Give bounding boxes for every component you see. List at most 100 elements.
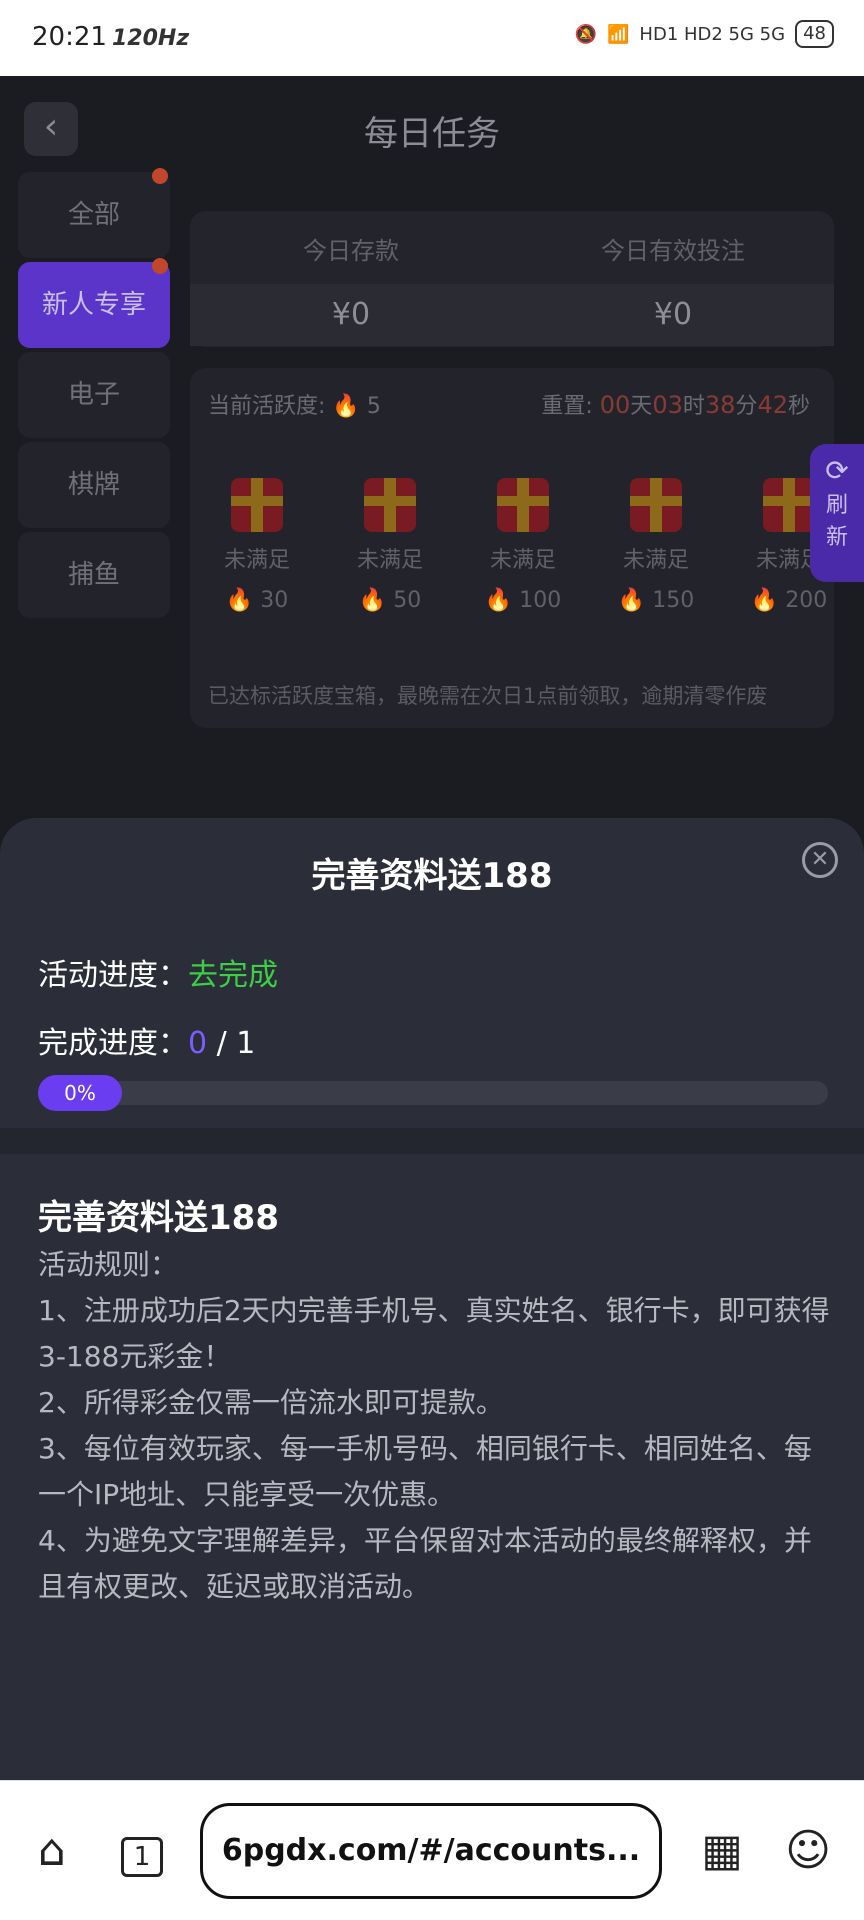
- deposit-stat: 今日存款 ¥0: [190, 211, 512, 346]
- battery-icon: 48: [795, 20, 834, 48]
- browser-toolbar: ⌂ 1 6pgdx.com/#/accounts... ▦ ☺: [0, 1780, 864, 1920]
- activity-level: 当前活跃度: 🔥 5: [208, 388, 381, 420]
- task-page: ‹ 每日任务 全部 新人专享 电子 棋牌 捕鱼 今日存款 ¥0 今日有效投注 ¥…: [0, 76, 864, 756]
- chest-points: 🔥 30: [202, 588, 312, 613]
- completion-current: 0: [188, 1026, 208, 1061]
- gift-icon: [630, 478, 682, 532]
- rule-item: 2、所得彩金仅需一倍流水即可提款。: [38, 1386, 504, 1419]
- refresh-label-2: 新: [825, 525, 848, 550]
- chest-points-value: 200: [785, 588, 828, 613]
- sidebar-item-all[interactable]: 全部: [18, 172, 170, 258]
- rules-title: 完善资料送188: [38, 1198, 279, 1238]
- rule-item: 3、每位有效玩家、每一手机号码、相同银行卡、相同姓名、每一个IP地址、只能享受一…: [38, 1432, 812, 1511]
- rule-item: 1、注册成功后2天内完善手机号、真实姓名、银行卡，即可获得3-188元彩金！: [38, 1294, 830, 1373]
- flame-icon: 🔥: [332, 394, 360, 419]
- rules-heading: 活动规则：: [38, 1248, 179, 1281]
- days-value: 00: [599, 391, 631, 419]
- activity-value: 5: [366, 394, 381, 419]
- minutes-unit: 分: [735, 394, 758, 419]
- sidebar-item-label: 棋牌: [67, 470, 120, 500]
- seconds-value: 42: [757, 391, 788, 419]
- gift-icon: [364, 478, 416, 532]
- chest-points-value: 150: [652, 588, 695, 613]
- tab-count: 1: [120, 1837, 164, 1877]
- gift-icon: [231, 478, 283, 532]
- sidebar-item-label: 电子: [67, 380, 120, 410]
- chest-points: 🔥 100: [468, 588, 578, 613]
- status-icons: 🔕 📶 HD1 HD2 5G 5G 48: [575, 20, 834, 48]
- refresh-label-1: 刷: [825, 493, 848, 518]
- incognito-icon[interactable]: ☺: [778, 1821, 838, 1881]
- stats-card: 今日存款 ¥0 今日有效投注 ¥0: [190, 211, 834, 347]
- wifi-icon: 📶: [607, 23, 630, 45]
- network-label: HD1 HD2 5G 5G: [639, 23, 786, 45]
- rules-text: 活动规则： 1、注册成功后2天内完善手机号、真实姓名、银行卡，即可获得3-188…: [38, 1242, 838, 1610]
- address-bar[interactable]: 6pgdx.com/#/accounts...: [200, 1803, 662, 1899]
- notification-dot: [152, 258, 168, 274]
- gift-chest[interactable]: 未满足 🔥 30: [202, 478, 312, 613]
- chest-status: 未满足: [489, 548, 556, 573]
- app-screen: ‹ 每日任务 全部 新人专享 电子 棋牌 捕鱼 今日存款 ¥0 今日有效投注 ¥…: [0, 76, 864, 1856]
- grid-apps-icon[interactable]: ▦: [692, 1821, 752, 1881]
- progress-fill: 0%: [38, 1075, 122, 1111]
- chest-status: 未满足: [356, 548, 423, 573]
- completion-total: / 1: [216, 1026, 256, 1061]
- days-unit: 天: [630, 394, 653, 419]
- bet-value: ¥0: [512, 284, 834, 346]
- chest-status: 未满足: [223, 548, 290, 573]
- sidebar-item-label: 捕鱼: [67, 560, 120, 590]
- refresh-icon: ⟳: [825, 454, 849, 487]
- deposit-value: ¥0: [190, 284, 512, 346]
- hours-unit: 时: [682, 394, 705, 419]
- flame-icon: 🔥: [484, 588, 513, 613]
- activity-label: 当前活跃度:: [208, 394, 326, 419]
- seconds-unit: 秒: [787, 394, 810, 419]
- activity-note: 已达标活跃度宝箱，最晚需在次日1点前领取，逾期清零作废: [208, 684, 768, 708]
- bet-stat: 今日有效投注 ¥0: [512, 211, 834, 346]
- page-title: 每日任务: [364, 114, 500, 154]
- gift-chest[interactable]: 未满足 🔥 50: [335, 478, 445, 613]
- status-bar: 20:21 120Hz 🔕 📶 HD1 HD2 5G 5G 48: [0, 0, 864, 76]
- chest-points: 🔥 200: [734, 588, 844, 613]
- go-complete-link[interactable]: 去完成: [188, 958, 278, 993]
- progress-bar: 0%: [38, 1075, 828, 1111]
- chest-points-value: 100: [519, 588, 562, 613]
- chest-points: 🔥 50: [335, 588, 445, 613]
- sheet-title: 完善资料送188: [311, 856, 553, 896]
- tabs-icon[interactable]: 1: [112, 1821, 172, 1881]
- reset-countdown: 重置: 00天03时38分42秒: [541, 388, 810, 420]
- chest-status: 未满足: [622, 548, 689, 573]
- gift-icon: [497, 478, 549, 532]
- flame-icon: 🔥: [750, 588, 779, 613]
- minutes-value: 38: [704, 391, 736, 419]
- refresh-rate: 120Hz: [112, 26, 190, 51]
- sidebar-item-chess[interactable]: 棋牌: [18, 442, 170, 528]
- home-icon[interactable]: ⌂: [22, 1821, 82, 1881]
- chest-points: 🔥 150: [601, 588, 711, 613]
- activity-progress-label: 活动进度：: [38, 958, 188, 993]
- refresh-button[interactable]: ⟳ 刷 新: [810, 444, 864, 582]
- mute-icon: 🔕: [574, 23, 597, 45]
- chest-points-value: 50: [393, 588, 422, 613]
- section-divider: [0, 1128, 864, 1154]
- close-icon[interactable]: ✕: [802, 842, 838, 878]
- completion-label: 完成进度：: [38, 1026, 188, 1061]
- activity-progress: 活动进度：去完成: [38, 950, 278, 994]
- gift-chest[interactable]: 未满足 🔥 150: [601, 478, 711, 613]
- hours-value: 03: [652, 391, 683, 419]
- flame-icon: 🔥: [225, 588, 254, 613]
- completion-progress: 完成进度：0 / 1: [38, 1018, 255, 1062]
- activity-card: 当前活跃度: 🔥 5 重置: 00天03时38分42秒 未满足 🔥 30 未满足…: [190, 368, 834, 728]
- deposit-label: 今日存款: [303, 237, 399, 265]
- task-detail-sheet: 完善资料送188 ✕ 活动进度：去完成 完成进度：0 / 1 0% 完善资料送1…: [0, 818, 864, 1856]
- sidebar-item-fishing[interactable]: 捕鱼: [18, 532, 170, 618]
- sidebar-item-electronic[interactable]: 电子: [18, 352, 170, 438]
- gift-chest[interactable]: 未满足 🔥 100: [468, 478, 578, 613]
- flame-icon: 🔥: [617, 588, 646, 613]
- sidebar-item-label: 新人专享: [41, 290, 146, 320]
- gift-icon: [763, 478, 815, 532]
- sidebar-item-label: 全部: [67, 200, 120, 230]
- clock: 20:21: [32, 22, 107, 52]
- chest-points-value: 30: [260, 588, 289, 613]
- sidebar-item-newcomer[interactable]: 新人专享: [18, 262, 170, 348]
